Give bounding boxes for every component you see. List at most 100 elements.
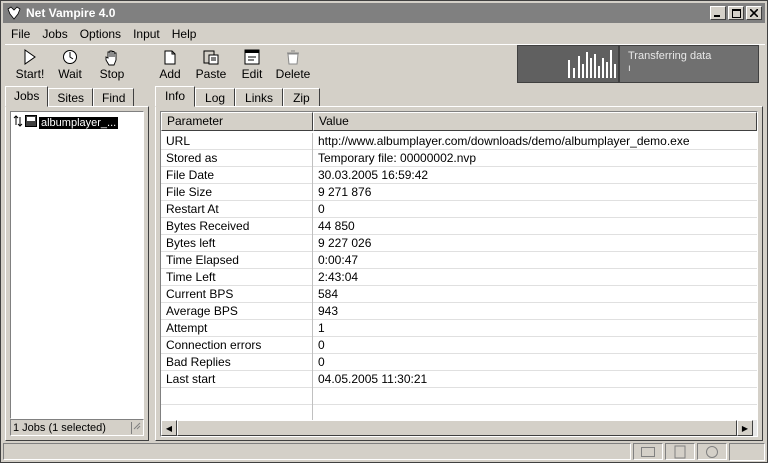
- delete-button[interactable]: Delete: [270, 48, 316, 84]
- new-page-icon: [160, 48, 180, 66]
- transfer-status-text: Transferring data: [628, 50, 712, 62]
- table-row[interactable]: Connection errors 0: [161, 337, 757, 354]
- trash-icon: [283, 48, 303, 66]
- parameter-cell: Time Left: [161, 269, 313, 286]
- table-row[interactable]: URL http://www.albumplayer.com/downloads/…: [161, 133, 757, 150]
- tab-sites[interactable]: Sites: [48, 88, 94, 107]
- resize-grip-icon[interactable]: [131, 421, 141, 434]
- right-tab-strip: Info Log Links Zip: [155, 86, 320, 107]
- table-row[interactable]: Last start 04.05.2005 11:30:21: [161, 371, 757, 388]
- table-row[interactable]: Attempt 1: [161, 320, 757, 337]
- speed-meter: [517, 45, 619, 83]
- value-cell: 0: [318, 202, 325, 216]
- transfer-arrows-icon: [13, 115, 23, 130]
- minimize-button[interactable]: [710, 6, 726, 20]
- maximize-button[interactable]: [728, 6, 744, 20]
- connection-icon: [633, 443, 663, 460]
- app-window: Net Vampire 4.0 File Jobs Options Input …: [0, 0, 768, 463]
- scheduler-status-icon: [697, 443, 727, 460]
- clock-icon: [60, 48, 80, 66]
- status-bar: [3, 443, 765, 461]
- clipboard-icon: [201, 48, 221, 66]
- paste-button[interactable]: Paste: [188, 48, 234, 84]
- left-tab-strip: Jobs Sites Find: [5, 86, 135, 107]
- disk-icon: [25, 115, 37, 130]
- table-row[interactable]: File Size 9 271 876: [161, 184, 757, 201]
- transfer-indicator: Transferring data ı: [517, 45, 759, 83]
- tab-info[interactable]: Info: [155, 86, 196, 107]
- scroll-right-icon[interactable]: ▶: [737, 420, 753, 436]
- value-cell: 0:00:47: [318, 253, 359, 267]
- close-button[interactable]: [746, 6, 762, 20]
- job-item[interactable]: albumplayer_...: [13, 115, 119, 130]
- scroll-thumb[interactable]: [177, 420, 737, 436]
- document-status-icon: [665, 443, 695, 460]
- edit-button[interactable]: Edit: [229, 48, 275, 84]
- parameter-cell: URL: [161, 133, 313, 150]
- stop-button[interactable]: Stop: [89, 48, 135, 84]
- column-header-value[interactable]: Value: [313, 112, 757, 131]
- value-cell: 943: [318, 304, 339, 318]
- parameter-cell: Attempt: [161, 320, 313, 337]
- table-row[interactable]: Restart At 0: [161, 201, 757, 218]
- table-row[interactable]: Bad Replies 0: [161, 354, 757, 371]
- jobs-count-text: 1 Jobs (1 selected): [13, 421, 106, 434]
- status-bar-end: [729, 443, 765, 461]
- menu-options[interactable]: Options: [74, 27, 127, 41]
- add-button[interactable]: Add: [147, 48, 193, 84]
- details-panel: Info Log Links Zip Parameter Value URL ht…: [155, 86, 763, 441]
- column-header-parameter[interactable]: Parameter: [161, 112, 313, 131]
- info-grid: Parameter Value URL http://www.albumplaye…: [160, 111, 758, 437]
- parameter-cell: Current BPS: [161, 286, 313, 303]
- jobs-status: 1 Jobs (1 selected): [10, 419, 144, 436]
- table-row[interactable]: Bytes left 9 227 026: [161, 235, 757, 252]
- parameter-cell: Stored as: [161, 150, 313, 167]
- parameter-cell: Time Elapsed: [161, 252, 313, 269]
- status-bar-main: [3, 443, 631, 460]
- tab-find[interactable]: Find: [93, 88, 135, 107]
- value-cell: 44 850: [318, 219, 355, 233]
- table-row[interactable]: Bytes Received 44 850: [161, 218, 757, 235]
- value-cell: 0: [318, 355, 325, 369]
- transfer-status-panel: Transferring data ı: [619, 45, 759, 83]
- table-row[interactable]: Current BPS 584: [161, 286, 757, 303]
- edit-window-icon: [242, 48, 262, 66]
- menu-file[interactable]: File: [5, 27, 36, 41]
- parameter-cell: File Date: [161, 167, 313, 184]
- value-cell: [313, 388, 757, 405]
- value-cell: http://www.albumplayer.com/downloads/dem…: [318, 134, 690, 148]
- value-cell: 2:43:04: [318, 270, 359, 284]
- table-row[interactable]: [161, 388, 757, 405]
- parameter-cell: Last start: [161, 371, 313, 388]
- jobs-tree: albumplayer_...: [10, 111, 144, 419]
- window-title: Net Vampire 4.0: [26, 6, 116, 20]
- tab-zip[interactable]: Zip: [283, 88, 320, 107]
- transfer-status-cursor: ı: [628, 63, 631, 74]
- play-icon: [20, 48, 40, 66]
- menu-help[interactable]: Help: [166, 27, 203, 41]
- tab-log[interactable]: Log: [195, 88, 236, 107]
- table-row[interactable]: Average BPS 943: [161, 303, 757, 320]
- value-cell: 584: [318, 287, 339, 301]
- tab-jobs[interactable]: Jobs: [5, 86, 49, 107]
- table-row[interactable]: Stored as Temporary file: 00000002.nvp: [161, 150, 757, 167]
- parameter-cell: Connection errors: [161, 337, 313, 354]
- table-row[interactable]: Time Left 2:43:04: [161, 269, 757, 286]
- hand-icon: [102, 48, 122, 66]
- table-row[interactable]: File Date 30.03.2005 16:59:42: [161, 167, 757, 184]
- grid-header: Parameter Value: [161, 112, 757, 131]
- tab-links[interactable]: Links: [235, 88, 284, 107]
- parameter-cell: Bytes left: [161, 235, 313, 252]
- value-cell: 9 271 876: [318, 185, 372, 199]
- title-bar: Net Vampire 4.0: [3, 3, 765, 23]
- horizontal-scrollbar[interactable]: ◀ ▶: [161, 420, 757, 436]
- scroll-left-icon[interactable]: ◀: [161, 420, 177, 436]
- parameter-cell: File Size: [161, 184, 313, 201]
- table-row[interactable]: Time Elapsed 0:00:47: [161, 252, 757, 269]
- value-cell: 04.05.2005 11:30:21: [318, 372, 428, 386]
- menu-input[interactable]: Input: [127, 27, 166, 41]
- menu-jobs[interactable]: Jobs: [36, 27, 73, 41]
- parameter-cell: [161, 388, 313, 405]
- wait-button[interactable]: Wait: [47, 48, 93, 84]
- jobs-panel: Jobs Sites Find albumplayer_... 1 Jobs (…: [5, 86, 149, 441]
